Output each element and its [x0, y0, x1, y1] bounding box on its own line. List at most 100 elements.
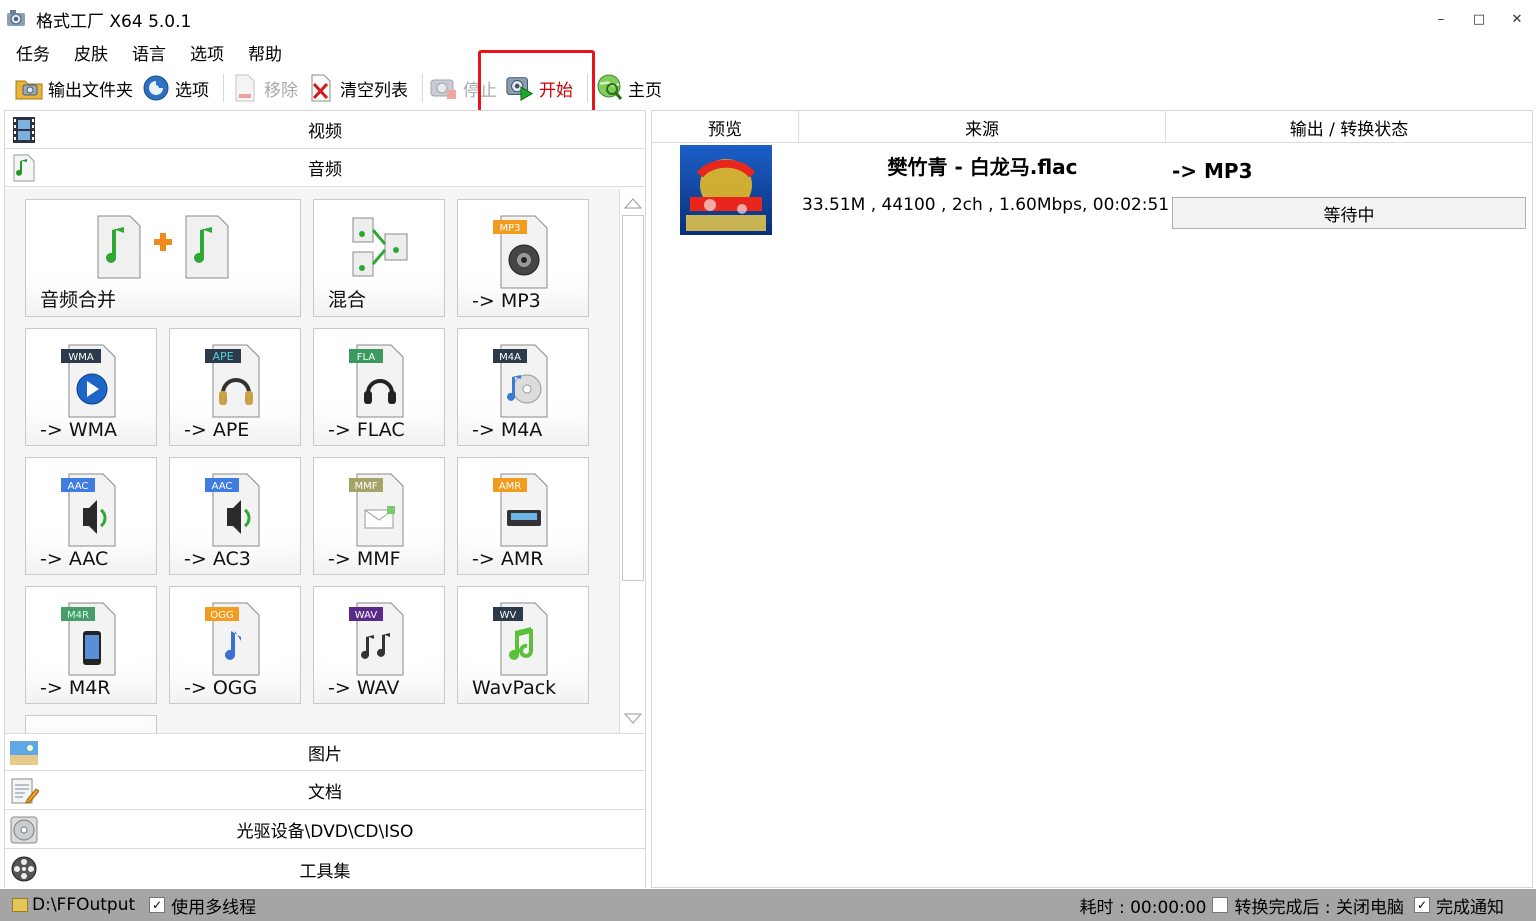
menu-task[interactable]: 任务 — [12, 40, 54, 65]
tile-ape[interactable]: APE -> APE — [169, 328, 301, 446]
elapsed-time: 耗时 : 00:00:00 — [1079, 897, 1207, 918]
scroll-up-arrow-icon[interactable] — [622, 192, 644, 214]
ape-icon: APE — [203, 341, 267, 421]
category-audio[interactable]: 音频 — [5, 149, 645, 187]
m4r-icon: M4R — [59, 599, 123, 679]
output-folder-button[interactable]: 输出文件夹 — [14, 70, 141, 106]
ogg-icon: OGG — [203, 599, 267, 679]
column-output-status[interactable]: 输出 / 转换状态 — [1166, 111, 1532, 143]
mp3-icon: MP3 — [491, 212, 555, 292]
after-done-checkbox[interactable] — [1212, 897, 1229, 913]
flac-icon: FLA — [347, 341, 411, 421]
m4a-icon: M4A — [491, 341, 555, 421]
film-strip-icon — [9, 115, 39, 145]
task-list-panel: 预览 来源 输出 / 转换状态 樊竹青 - 白龙马.flac 33.51M , … — [651, 110, 1533, 888]
category-picture[interactable]: 图片 — [5, 733, 645, 771]
clear-list-label: 清空列表 — [340, 80, 408, 101]
tools-film-reel-icon — [9, 854, 39, 884]
tile-m4r[interactable]: M4R -> M4R — [25, 586, 157, 704]
tile-m4r-label: -> M4R — [40, 677, 111, 699]
picture-landscape-icon — [9, 738, 39, 768]
category-tools[interactable]: 工具集 — [5, 850, 645, 888]
window-title: 格式工厂 X64 5.0.1 — [36, 11, 192, 32]
tile-m4a[interactable]: M4A -> M4A — [457, 328, 589, 446]
tile-wav[interactable]: WAV -> WAV — [313, 586, 445, 704]
tile-aac[interactable]: AAC -> AAC — [25, 457, 157, 575]
conversion-status-bar: 等待中 — [1172, 197, 1526, 229]
home-button[interactable]: 主页 — [594, 70, 670, 106]
category-document-label: 文档 — [308, 783, 342, 803]
output-format: -> MP3 — [1172, 159, 1253, 183]
tile-flac[interactable]: FLA -> FLAC — [313, 328, 445, 446]
category-picture-label: 图片 — [308, 744, 342, 765]
output-path[interactable]: D:\FFOutput — [32, 895, 135, 915]
mmf-icon: MMF — [347, 470, 411, 550]
title-bar: 格式工厂 X64 5.0.1 – □ ✕ — [0, 0, 1536, 38]
scroll-thumb[interactable] — [622, 215, 644, 581]
audio-format-grid: 音频合并 混合 MP3 -> MP3 WMA -> WMA APE -> APE — [5, 189, 645, 733]
menu-language[interactable]: 语言 — [128, 40, 170, 65]
tile-audio-merge-label: 音频合并 — [40, 289, 117, 311]
tile-mp3[interactable]: MP3 -> MP3 — [457, 199, 589, 317]
ogg-badge: OGG — [210, 610, 233, 621]
clear-list-button[interactable]: 清空列表 — [306, 70, 416, 106]
tile-mmf[interactable]: MMF -> MMF — [313, 457, 445, 575]
category-disc-label: 光驱设备\DVD\CD\ISO — [236, 822, 414, 842]
ape-badge: APE — [212, 350, 233, 363]
wavpack-badge: WV — [500, 610, 517, 621]
toolbar-separator — [223, 74, 224, 102]
mp3-badge: MP3 — [499, 223, 520, 234]
tile-audio-merge[interactable]: 音频合并 — [25, 199, 301, 317]
options-button[interactable]: 选项 — [141, 70, 217, 106]
flac-badge: FLA — [357, 352, 376, 363]
audio-grid-scrollbar[interactable] — [619, 189, 645, 733]
notify-label: 完成通知 — [1436, 897, 1504, 918]
aac-badge: AAC — [68, 481, 89, 492]
ac3-icon: AAC — [203, 470, 267, 550]
task-table-header: 预览 来源 输出 / 转换状态 — [652, 111, 1532, 143]
options-label: 选项 — [175, 80, 209, 101]
folder-icon — [14, 73, 44, 103]
audio-merge-icon — [88, 212, 238, 292]
column-source[interactable]: 来源 — [799, 111, 1166, 143]
wma-badge: WMA — [68, 352, 94, 363]
tile-partial[interactable] — [25, 715, 157, 733]
tile-wma[interactable]: WMA -> WMA — [25, 328, 157, 446]
output-folder-icon — [12, 898, 28, 912]
tile-ape-label: -> APE — [184, 419, 250, 441]
menu-options[interactable]: 选项 — [186, 40, 228, 65]
music-note-icon — [9, 153, 39, 183]
stop-icon — [429, 73, 459, 103]
scroll-down-arrow-icon[interactable] — [622, 708, 644, 730]
tile-aac-label: -> AAC — [40, 548, 109, 570]
close-button[interactable]: ✕ — [1498, 0, 1536, 38]
category-panel: 视频 音频 音频合并 混合 MP3 -> MP3 WMA -> WMA APE … — [4, 110, 646, 888]
tile-mmf-label: -> MMF — [328, 548, 401, 570]
multithread-checkbox[interactable]: ✓ — [149, 897, 166, 913]
source-file-info: 33.51M , 44100 , 2ch , 1.60Mbps, 00:02:5… — [802, 195, 1170, 215]
menu-bar: 任务 皮肤 语言 选项 帮助 — [0, 38, 1536, 66]
category-disc[interactable]: 光驱设备\DVD\CD\ISO — [5, 811, 645, 849]
remove-document-icon — [230, 73, 260, 103]
tile-ac3[interactable]: AAC -> AC3 — [169, 457, 301, 575]
ac3-badge: AAC — [212, 481, 233, 492]
source-filename: 樊竹青 - 白龙马.flac — [887, 155, 1078, 179]
tile-audio-mix[interactable]: 混合 — [313, 199, 445, 317]
remove-button[interactable]: 移除 — [230, 70, 306, 106]
menu-help[interactable]: 帮助 — [244, 40, 286, 65]
notify-checkbox[interactable]: ✓ — [1414, 897, 1430, 913]
audio-mix-icon — [347, 212, 411, 292]
tile-amr-label: -> AMR — [472, 548, 544, 570]
tile-ogg[interactable]: OGG -> OGG — [169, 586, 301, 704]
format-factory-app-icon — [6, 9, 28, 29]
tile-wavpack[interactable]: WV WavPack — [457, 586, 589, 704]
column-preview[interactable]: 预览 — [652, 111, 799, 143]
category-document[interactable]: 文档 — [5, 772, 645, 810]
maximize-button[interactable]: □ — [1460, 0, 1498, 38]
document-pencil-icon — [9, 776, 40, 806]
minimize-button[interactable]: – — [1422, 0, 1460, 38]
tile-amr[interactable]: AMR -> AMR — [457, 457, 589, 575]
menu-skin[interactable]: 皮肤 — [70, 40, 112, 65]
category-video[interactable]: 视频 — [5, 111, 645, 149]
amr-badge: AMR — [499, 481, 521, 492]
